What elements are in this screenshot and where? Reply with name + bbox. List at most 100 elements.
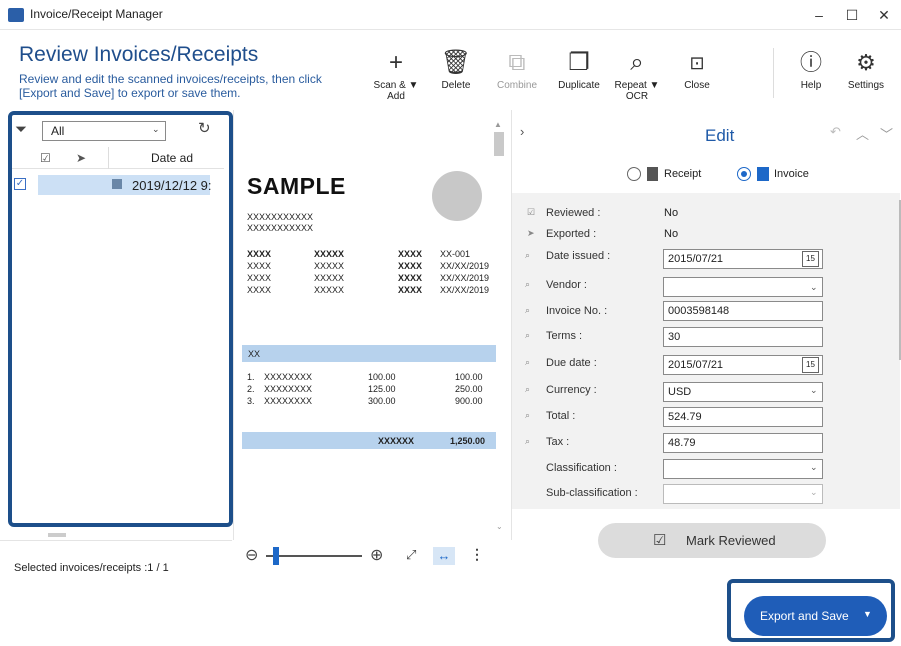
chevron-down-icon[interactable]: ﹀ [880,124,893,143]
list-scrollbar[interactable] [48,533,66,537]
minimize-button[interactable]: – [804,4,834,26]
doc-cell: XXXX [247,285,272,295]
expand-panel-icon[interactable]: › [520,124,524,139]
total-field[interactable]: 524.79 [663,407,823,427]
chevron-down-icon: ⌄ [810,462,818,472]
export-save-button[interactable]: Export and Save ▼ [744,596,887,636]
trash-icon: 🗑 [440,49,472,76]
ocr-icon: ⌕ [525,250,531,260]
zoom-slider-track[interactable] [266,555,362,557]
repeat-ocr-button[interactable]: ⌕ Repeat ▼ OCR [604,46,670,102]
currency-label: Currency : [546,384,597,396]
vendor-select[interactable] [663,277,823,297]
doc-cell: XXXX [247,261,272,271]
window-title: Invoice/Receipt Manager [30,7,163,21]
zoom-in-icon[interactable]: ⊕ [370,545,383,565]
fit-width-icon[interactable]: ↔ [433,547,455,565]
doc-cell: 100.00 [455,372,483,382]
due-date-label: Due date : [546,357,597,369]
close-window-button[interactable]: ✕ [869,4,899,26]
invoice-radio[interactable] [737,167,751,181]
exported-icon: ➤ [527,228,535,238]
sub-classification-select[interactable] [663,484,823,504]
doc-cell: XXXXX [314,249,345,259]
currency-select[interactable]: USD [663,382,823,402]
date-issued-field[interactable]: 2015/07/21 [663,249,823,269]
doc-section-bar [242,345,496,362]
doc-cell: 300.00 [368,396,396,406]
page-title: Review Invoices/Receipts [19,43,259,66]
ocr-icon: ⌕ [525,305,531,315]
terms-field[interactable]: 30 [663,327,823,347]
chevron-up-icon[interactable]: ︿ [856,124,869,143]
due-date-field[interactable]: 2015/07/21 [663,355,823,375]
doc-cell: XX/XX/2019 [440,285,490,295]
page-description: Review and edit the scanned invoices/rec… [19,72,322,100]
doc-cell: 900.00 [455,396,483,406]
scan-add-label-2: Add [387,91,405,102]
zoom-out-icon[interactable]: ⊖ [245,545,258,565]
close-doc-icon: ⊡ [689,53,705,73]
invoice-no-field[interactable]: 0003598148 [663,301,823,321]
doc-cell: 250.00 [455,384,483,394]
delete-button[interactable]: 🗑 Delete [423,46,489,91]
doc-cell: 125.00 [368,384,396,394]
status-divider [0,540,232,541]
doc-cell: XXXX [398,273,423,283]
maximize-button[interactable]: ☐ [837,4,867,26]
undo-icon[interactable]: ↶ [830,124,841,140]
fit-page-icon[interactable]: ⤢ [406,547,416,563]
doc-cell: XX-001 [440,249,471,259]
duplicate-button[interactable]: ❐ Duplicate [546,46,612,91]
doc-cell: XXXX [398,285,423,295]
classification-select[interactable] [663,459,823,479]
mark-reviewed-label: Mark Reviewed [686,533,776,548]
ocr-icon: ⌕ [525,410,531,420]
combine-button[interactable]: ⧉ Combine [484,46,550,91]
caret-down-icon[interactable]: ▼ [863,609,872,619]
doc-total-value: 1,250.00 [450,436,486,446]
settings-button[interactable]: ⚙ Settings [833,46,899,91]
scroll-down-icon[interactable]: ⌄ [496,522,503,531]
checkbox-icon: ☑ [653,532,667,549]
classification-label: Classification : [546,462,617,474]
sub-classification-label: Sub-classification : [546,487,638,499]
combine-icon: ⧉ [508,49,526,76]
tax-field[interactable]: 48.79 [663,433,823,453]
scan-add-label: Scan & ▼ [373,80,419,91]
exported-value: No [664,228,679,240]
receipt-label: Receipt [664,168,702,180]
list-highlight-frame [8,111,233,527]
invoice-icon [757,167,769,181]
mark-reviewed-button[interactable]: ☑ Mark Reviewed [598,523,826,558]
close-button[interactable]: ⊡ Close [664,46,730,91]
scroll-up-icon[interactable]: ▲ [494,120,502,129]
invoice-label: Invoice [774,168,809,180]
chevron-down-icon: ⌄ [810,487,818,497]
chevron-down-icon: ⌄ [810,282,818,292]
terms-label: Terms : [546,330,583,342]
repeat-ocr-label-2: OCR [625,91,649,102]
duplicate-label: Duplicate [558,80,600,91]
doc-cell: 100.00 [368,372,396,382]
tax-label: Tax : [546,436,570,448]
zoom-slider-thumb[interactable] [273,547,279,565]
more-options-icon[interactable]: ⋮ [470,546,484,563]
calendar-icon[interactable]: 15 [802,357,819,373]
doc-section-label: XX [248,349,261,359]
receipt-radio[interactable] [627,167,641,181]
doc-cell: XXXX [247,273,272,283]
edit-title: Edit [705,126,735,145]
calendar-icon[interactable]: 15 [802,251,819,267]
date-issued-label: Date issued : [546,250,611,262]
toolbar-divider [773,48,774,98]
doc-cell: XXXX [247,249,272,259]
ocr-icon: ⌕ [525,330,531,340]
sample-heading: SAMPLE [247,173,346,199]
doc-cell: 1. [247,372,255,382]
scan-add-button[interactable]: + Scan & ▼ Add [363,46,429,102]
delete-label: Delete [441,80,471,91]
preview-scrollbar-thumb[interactable] [494,132,504,156]
doc-cell: XXXXXXXX [264,372,313,382]
doc-cell: XXXX [398,261,423,271]
